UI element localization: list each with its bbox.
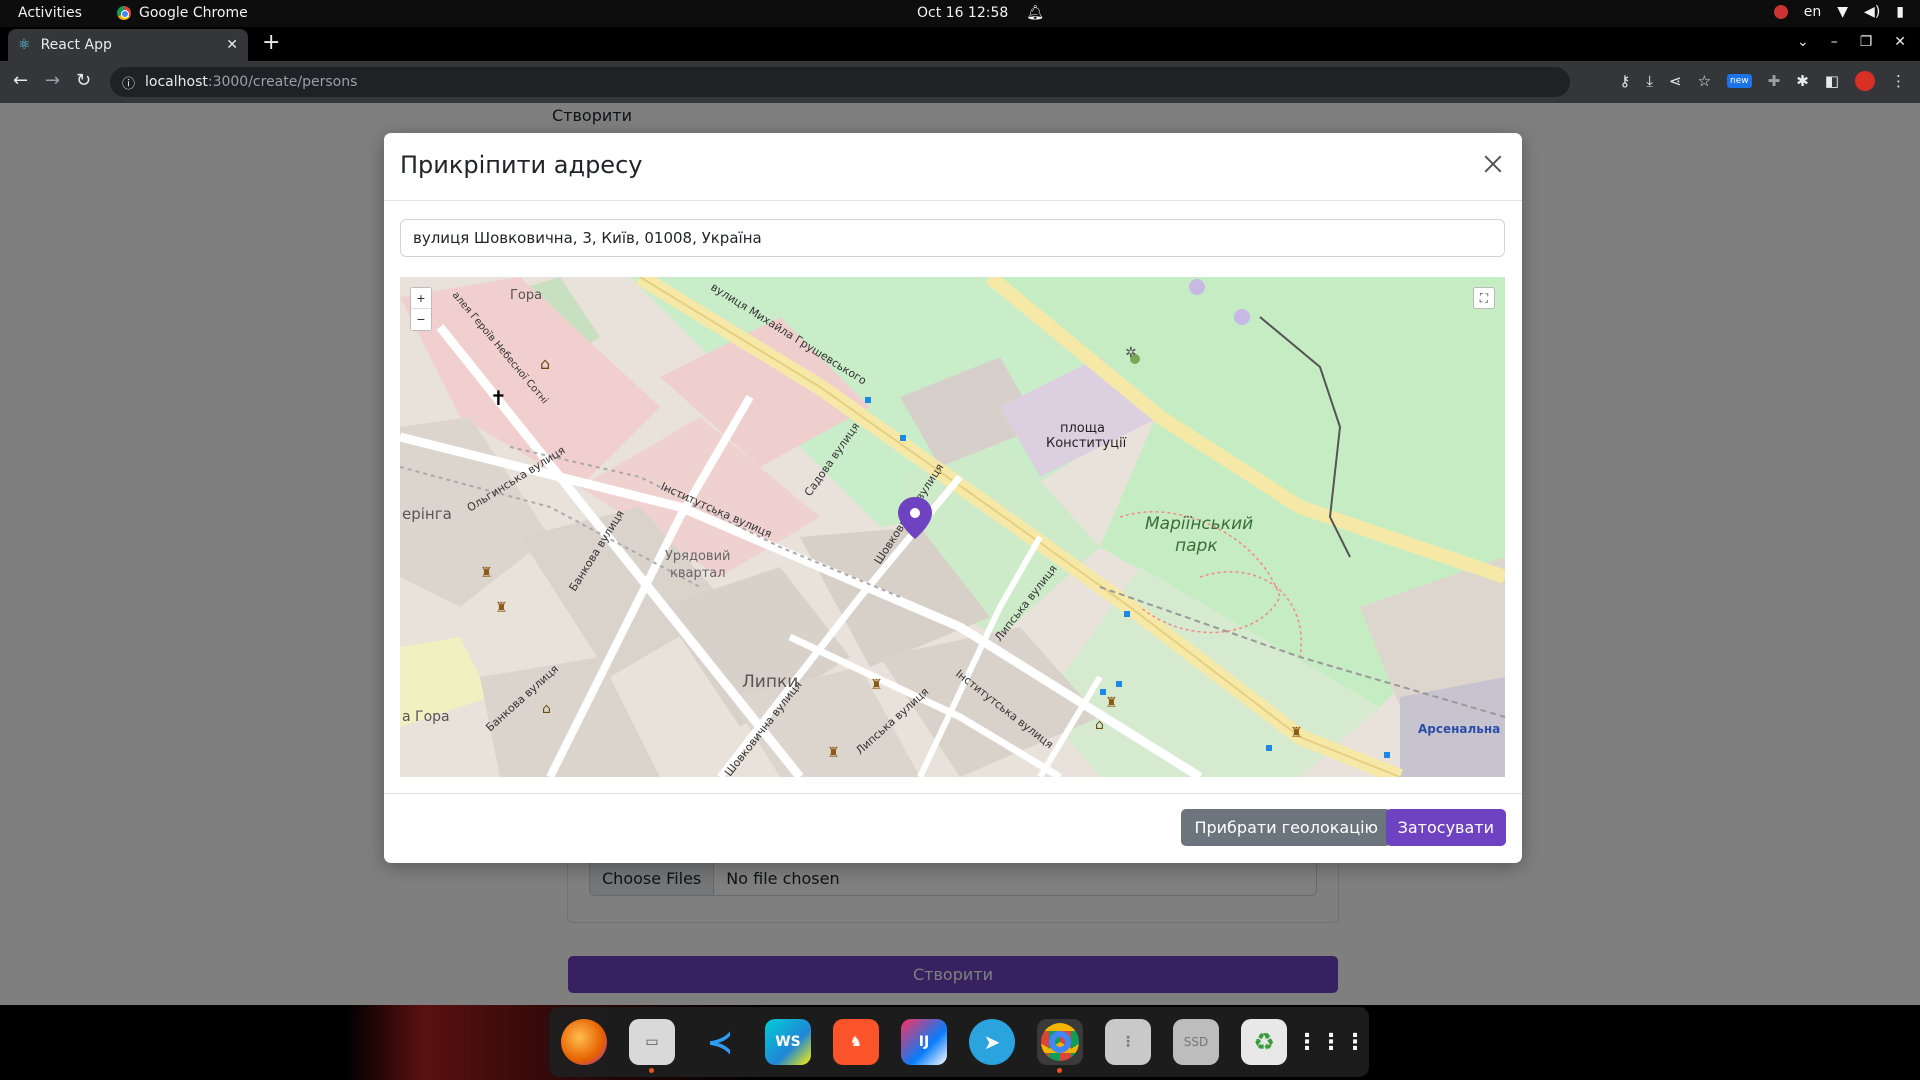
map-label-arsenalna: Арсенальна [1418,722,1500,736]
svg-text:♜: ♜ [495,600,508,616]
map[interactable]: ✝ ⌂ ♜ ♜ ♜ ♜ ⌂ ⌂ ♜ ♜ ✲ вулиця Михайла Гру… [400,277,1505,777]
url-path: :3000/create/persons [207,74,358,90]
app-menu[interactable]: Google Chrome [117,5,248,21]
map-label-constitution: Конституції [1046,436,1127,451]
extension-icon[interactable]: ✚ [1768,72,1781,90]
new-tab-button[interactable]: + [262,32,280,54]
toolbar-icons: ⚷ ⤓ ⋖ ☆ new ✚ ✱ ◧ ⋮ [1619,71,1906,91]
tab-react-app[interactable]: ⚛ React App ✕ [8,29,248,61]
telegram-icon[interactable]: ➤ [969,1019,1015,1065]
close-tab-icon[interactable]: ✕ [226,37,238,53]
fullscreen-icon[interactable]: ⛶ [1473,287,1495,309]
svg-text:⌂: ⌂ [1095,717,1104,733]
address-input[interactable] [400,219,1505,257]
svg-text:✝: ✝ [490,386,507,410]
svg-text:♜: ♜ [827,745,840,761]
chrome-dock-icon[interactable] [1037,1019,1083,1073]
trash-icon[interactable]: ♻ [1241,1019,1287,1065]
svg-text:♜: ♜ [870,677,883,693]
address-bar[interactable]: ⓘ localhost:3000/create/persons [110,67,1570,97]
info-icon[interactable]: ⓘ [122,73,135,92]
intellij-icon[interactable]: IJ [901,1019,947,1065]
close-icon[interactable] [1480,151,1506,177]
clock-text: Oct 16 12:58 [917,5,1009,21]
firefox-icon[interactable] [561,1019,607,1065]
tab-strip: ⚛ React App ✕ + ⌄ – ❐ ✕ [0,27,1920,61]
disk-icon[interactable]: ⋮ [1105,1019,1151,1065]
map-label-park-2: парк [1175,536,1218,556]
brave-icon[interactable]: ♞ [833,1019,879,1065]
avatar[interactable] [1855,71,1875,91]
wifi-icon: ▼ [1837,4,1849,20]
star-icon[interactable]: ☆ [1698,72,1711,90]
zoom-control: + − [410,287,432,331]
key-icon[interactable]: ⚷ [1619,72,1630,90]
install-icon[interactable]: ⤓ [1646,72,1653,90]
attach-address-modal: Прикріпити адресу вулиця Шовковична, 3, … [384,133,1522,863]
files-icon[interactable]: ▭ [629,1019,675,1073]
svg-text:⌂: ⌂ [540,354,550,373]
url-host: localhost [145,74,208,90]
apply-button[interactable]: Затосувати [1385,809,1506,846]
browser-toolbar: ← → ↻ ⓘ localhost:3000/create/persons ⚷ … [0,61,1920,103]
app-menu-label: Google Chrome [139,5,248,21]
ssd-icon[interactable]: SSD [1173,1019,1219,1065]
share-icon[interactable]: ⋖ [1669,72,1682,90]
sidepanel-icon[interactable]: ◧ [1825,72,1839,90]
zoom-out-button[interactable]: − [411,309,431,330]
bell-icon: 🔔︎ [1026,5,1045,21]
modal-footer: Прибрати геолокацію Затосувати [384,793,1522,863]
app-grid-icon[interactable]: ⋮⋮⋮ [1296,1019,1366,1065]
svg-text:♜: ♜ [1105,695,1118,711]
forward-icon[interactable]: → [45,70,60,92]
volume-icon: ◀) [1864,4,1881,20]
battery-icon: ▮ [1896,4,1904,20]
chrome-indicator-icon [1773,5,1788,19]
page-viewport: Створити Choose Files No file chosen Ств… [0,103,1920,1005]
menu-kebab-icon[interactable]: ⋮ [1891,72,1906,90]
extension-new-badge[interactable]: new [1727,74,1752,88]
modal-title: Прикріпити адресу [400,151,643,179]
vscode-icon[interactable]: ≺ [697,1019,743,1065]
map-label-uriadovyi-1: Урядовий [665,549,731,564]
map-label-uriadovyi-2: квартал [670,566,726,581]
minimize-icon[interactable]: – [1831,34,1838,50]
map-label-ahora: а Гора [402,709,450,725]
tab-title: React App [40,37,112,53]
svg-text:♜: ♜ [1290,725,1303,741]
system-top-bar: Activities Google Chrome Oct 16 12:58 🔔︎… [0,0,1920,27]
remove-geolocation-button[interactable]: Прибрати геолокацію [1181,809,1391,846]
svg-text:⌂: ⌂ [542,701,551,717]
activities-button[interactable]: Activities [18,5,82,21]
back-icon[interactable]: ← [13,70,28,92]
modal-header: Прикріпити адресу [384,133,1522,201]
map-label-pheringa: ерінга [402,505,452,523]
window-controls: ⌄ – ❐ ✕ [1797,34,1906,50]
svg-text:✲: ✲ [1125,345,1137,361]
clock[interactable]: Oct 16 12:58 🔔︎ [917,5,1044,21]
close-window-icon[interactable]: ✕ [1894,34,1906,50]
map-label-lypky: Липки [742,672,798,692]
reload-icon[interactable]: ↻ [76,70,91,92]
dock: ▭ ≺ WS ♞ IJ ➤ ⋮ SSD ♻ ⋮⋮⋮ [549,1007,1369,1077]
svg-text:♜: ♜ [480,565,493,581]
chrome-icon [117,6,131,20]
react-icon: ⚛ [18,37,31,53]
map-label-hora: Гора [510,288,542,303]
map-label-park-1: Маріїнський [1145,514,1253,534]
system-tray[interactable]: en ▼ ◀) ▮ [1773,4,1904,20]
restore-icon[interactable]: ❐ [1860,34,1873,50]
webstorm-icon[interactable]: WS [765,1019,811,1065]
tab-search-icon[interactable]: ⌄ [1797,34,1809,50]
input-language[interactable]: en [1804,4,1822,20]
map-label-square: площа [1060,421,1105,436]
map-tiles: ✝ ⌂ ♜ ♜ ♜ ♜ ⌂ ⌂ ♜ ♜ ✲ вулиця Михайла Гру… [400,277,1505,777]
puzzle-icon[interactable]: ✱ [1796,72,1809,90]
zoom-in-button[interactable]: + [411,288,431,309]
